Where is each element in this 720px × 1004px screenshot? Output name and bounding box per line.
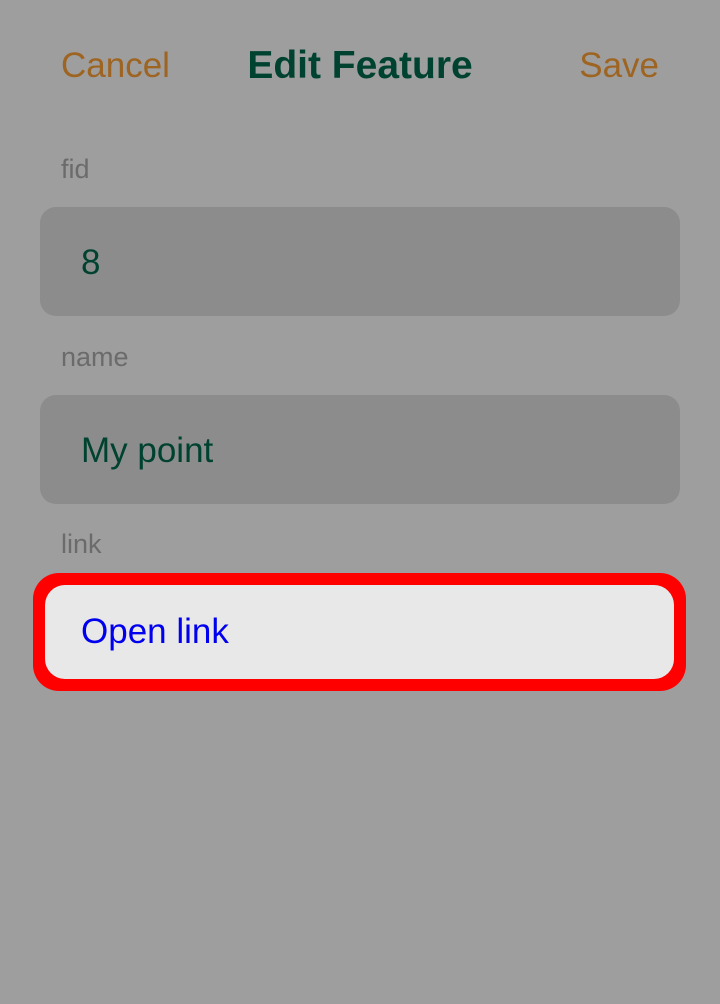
name-field[interactable]: My point <box>40 395 680 504</box>
name-value: My point <box>81 431 214 470</box>
save-button[interactable]: Save <box>579 42 659 90</box>
open-link-button[interactable]: Open link <box>45 585 674 679</box>
name-label: name <box>61 342 129 372</box>
fid-label: fid <box>61 154 90 184</box>
fid-field[interactable]: 8 <box>40 207 680 316</box>
open-link-text: Open link <box>81 612 229 651</box>
header-bar: Cancel Edit Feature Save <box>0 0 720 132</box>
link-label: link <box>61 529 102 559</box>
fid-value: 8 <box>81 243 101 282</box>
